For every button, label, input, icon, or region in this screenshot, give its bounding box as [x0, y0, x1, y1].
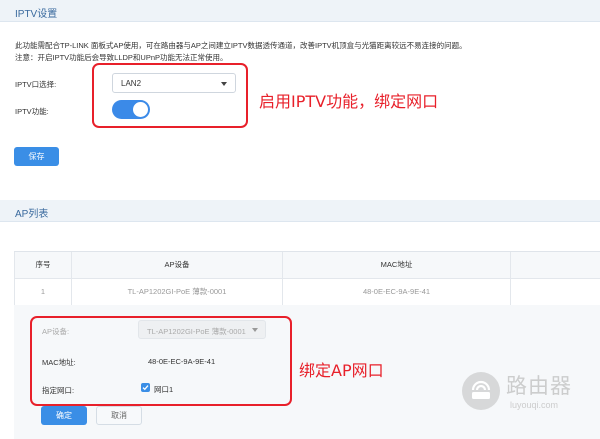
cell-index: 1 [14, 279, 72, 305]
column-header-index: 序号 [14, 252, 72, 278]
iptv-section-title: IPTV设置 [15, 9, 58, 20]
cell-mac: 48-0E-EC-9A-9E-41 [283, 279, 511, 305]
ap-table: 序号 AP设备 MAC地址 1 TL-AP1202GI-PoE 薄款-0001 … [14, 251, 600, 306]
table-header-row: 序号 AP设备 MAC地址 [14, 252, 600, 279]
column-header-mac: MAC地址 [283, 252, 511, 278]
cell-actions [511, 279, 600, 305]
iptv-description: 此功能需配合TP-LINK 面板式AP使用，可在路由器与AP之间建立IPTV数据… [15, 40, 575, 64]
annotation-ap: 绑定AP网口 [299, 361, 384, 380]
watermark-url: luyouqi.com [510, 400, 559, 410]
ap-section-header: AP列表 [0, 200, 600, 222]
cancel-button[interactable]: 取消 [96, 406, 142, 425]
highlight-box-ap [30, 316, 292, 406]
table-row[interactable]: 1 TL-AP1202GI-PoE 薄款-0001 48-0E-EC-9A-9E… [14, 279, 600, 306]
iptv-section-header: IPTV设置 [0, 0, 600, 22]
iptv-function-label: IPTV功能: [15, 107, 49, 116]
iptv-port-label: IPTV口选择: [15, 80, 57, 89]
annotation-iptv: 启用IPTV功能，绑定网口 [259, 92, 439, 111]
confirm-button[interactable]: 确定 [41, 406, 87, 425]
watermark-title: 路由器 [506, 374, 572, 398]
highlight-box-iptv [92, 63, 248, 128]
column-header-device: AP设备 [72, 252, 283, 278]
iptv-description-line1: 此功能需配合TP-LINK 面板式AP使用，可在路由器与AP之间建立IPTV数据… [15, 41, 467, 50]
watermark: 路由器 luyouqi.com [462, 364, 600, 424]
save-button[interactable]: 保存 [14, 147, 59, 166]
cell-device: TL-AP1202GI-PoE 薄款-0001 [72, 279, 283, 305]
router-logo-icon [462, 372, 500, 410]
ap-section-title: AP列表 [15, 209, 49, 220]
column-header-actions [511, 252, 600, 278]
